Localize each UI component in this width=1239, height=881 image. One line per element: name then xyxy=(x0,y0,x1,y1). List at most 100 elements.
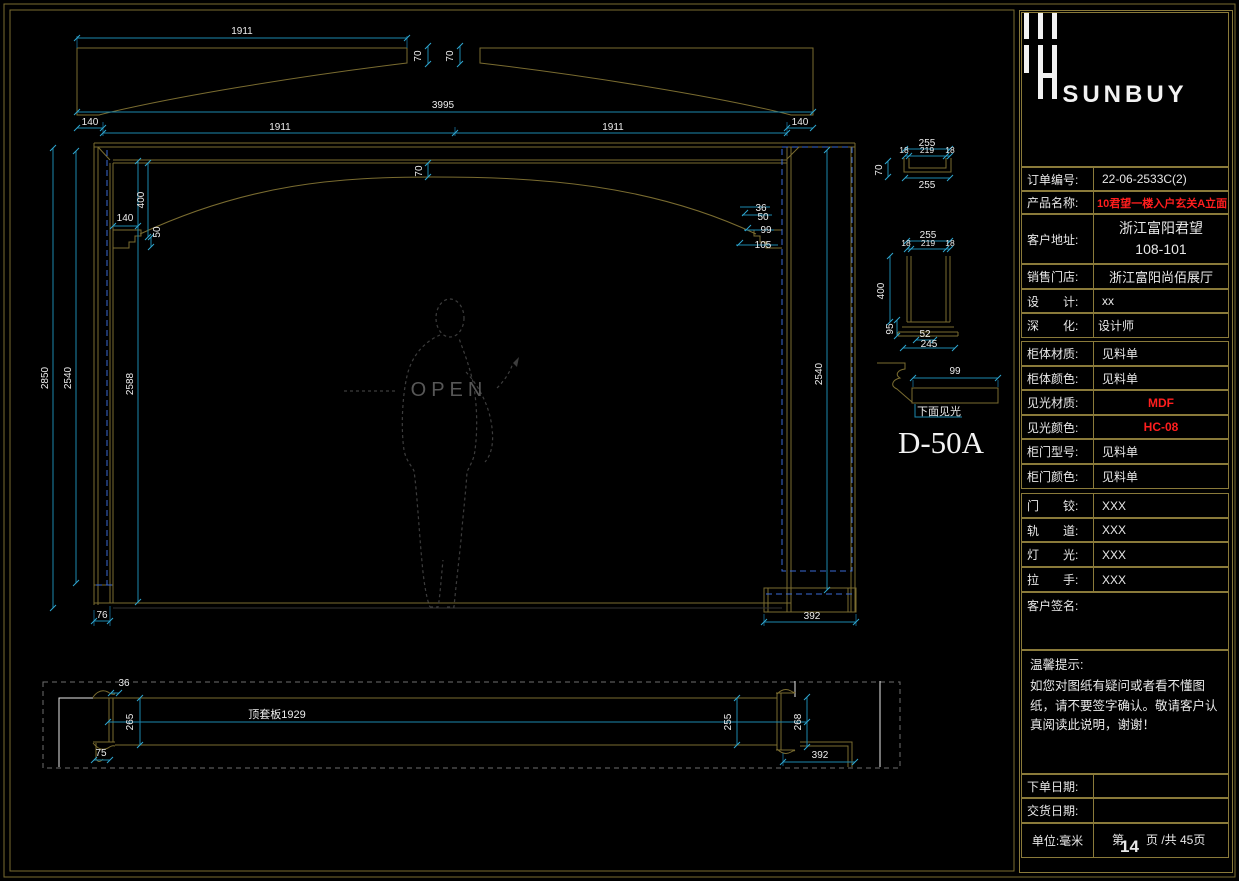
dim-arch-drop: 400 xyxy=(136,191,147,208)
notice-title: 温馨提示: xyxy=(1030,656,1220,675)
field-label: 柜体颜色: xyxy=(1022,367,1094,389)
person-silhouette: OPEN xyxy=(344,299,519,607)
field-cabinet-material: 柜体材质: 见料单 xyxy=(1021,341,1229,366)
plan-dashed-border xyxy=(43,682,900,768)
plan-board-label: 顶套板1929 xyxy=(248,707,305,721)
field-delivery-date: 交货日期: xyxy=(1021,798,1229,823)
field-value: 见料单 xyxy=(1094,342,1228,365)
field-track: 轨 道: XXX xyxy=(1021,518,1229,542)
silhouette-head xyxy=(436,299,464,337)
left-curved-panel xyxy=(77,48,407,115)
field-value: XXX xyxy=(1094,519,1228,541)
field-label: 客户地址: xyxy=(1022,215,1094,263)
dim-corbel-width: 140 xyxy=(117,213,134,224)
unit-label: 单位:毫米 xyxy=(1022,824,1094,857)
dim-plan-cap: 36 xyxy=(118,678,130,689)
dashed-jamb-line xyxy=(96,150,854,594)
dim-end-left: 140 xyxy=(82,117,99,128)
cad-sheet: 1911 70 70 3995 140 1911 1911 140 2850 2… xyxy=(0,0,1239,881)
dim-channel-height: 70 xyxy=(874,164,885,176)
dim-column-lip-right: 18 xyxy=(945,238,955,248)
dim-base-left: 76 xyxy=(96,610,108,621)
field-value: 10君望一楼入户玄关A立面 xyxy=(1094,192,1228,213)
field-sales-store: 销售门店: 浙江富阳尚佰展厅 xyxy=(1021,264,1229,289)
dim-molding-99: 99 xyxy=(760,225,772,236)
dim-plan-width-right: 392 xyxy=(812,750,829,761)
field-label: 销售门店: xyxy=(1022,265,1094,288)
field-product-name: 产品名称: 10君望一楼入户玄关A立面 xyxy=(1021,191,1229,214)
notice-block: 温馨提示: 如您对图纸有疑问或者看不懂图纸，请不要签字确认。敬请客户认真阅读此说… xyxy=(1021,650,1229,774)
page-info: 第 页 /共 45页 14 xyxy=(1094,824,1228,857)
channel-profile xyxy=(904,158,951,172)
field-value: xx xyxy=(1094,290,1228,312)
field-label: 柜门型号: xyxy=(1022,440,1094,463)
dim-total-width: 3995 xyxy=(432,100,455,111)
crown-profile-detail: 99 下面见光 D-50A xyxy=(877,363,1001,460)
dim-opening-height: 2588 xyxy=(125,372,136,395)
detail-code-label: D-50A xyxy=(898,425,985,460)
dim-frame-height-right: 2540 xyxy=(814,362,825,385)
dim-channel-bottom: 255 xyxy=(919,180,936,191)
open-label: OPEN xyxy=(411,379,488,401)
dim-plan-depth-right: 268 xyxy=(793,713,804,730)
field-hinge: 门 铰: XXX xyxy=(1021,493,1229,518)
field-customer-signature: 客户签名: xyxy=(1021,592,1229,650)
column-profile xyxy=(898,256,958,336)
dashed-column-box xyxy=(782,147,852,571)
dim-channel-lip-right: 18 xyxy=(945,145,955,155)
dim-plan-depth-left: 265 xyxy=(125,713,136,730)
dim-total-height: 2850 xyxy=(40,366,51,389)
field-value: XXX xyxy=(1094,568,1228,591)
field-visible-material: 见光材质: MDF xyxy=(1021,390,1229,415)
field-label: 客户签名: xyxy=(1022,593,1228,649)
field-label: 门 铰: xyxy=(1022,494,1094,517)
dim-column-height: 400 xyxy=(876,282,887,299)
field-label: 产品名称: xyxy=(1022,192,1094,213)
field-order-date: 下单日期: xyxy=(1021,774,1229,798)
dim-base-right: 392 xyxy=(804,611,821,622)
field-customer-address: 客户地址: 浙江富阳君望 108-101 xyxy=(1021,214,1229,264)
dim-span-left: 1911 xyxy=(269,122,291,133)
field-label: 柜门颜色: xyxy=(1022,465,1094,488)
dim-column-base-width: 245 xyxy=(921,339,938,350)
notice-body: 如您对图纸有疑问或者看不懂图纸，请不要签字确认。敬请客户认真阅读此说明，谢谢！ xyxy=(1030,677,1220,735)
field-value: 浙江富阳尚佰展厅 xyxy=(1094,265,1228,288)
field-label: 见光颜色: xyxy=(1022,416,1094,438)
right-curved-panel xyxy=(480,48,813,115)
field-label: 轨 道: xyxy=(1022,519,1094,541)
dim-column-lip-left: 18 xyxy=(901,238,911,248)
field-label: 柜体材质: xyxy=(1022,342,1094,365)
field-value: 浙江富阳君望 108-101 xyxy=(1094,215,1228,263)
field-value: 见料单 xyxy=(1094,465,1228,488)
field-value: 设计师 xyxy=(1094,314,1228,337)
field-label: 深 化: xyxy=(1022,314,1094,337)
dim-channel-mid: 219 xyxy=(920,145,934,155)
dim-column-mid: 219 xyxy=(921,238,935,248)
arch-curve xyxy=(140,177,756,234)
arrowhead xyxy=(513,357,519,367)
field-value: 22-06-2533C(2) xyxy=(1094,168,1228,190)
plan-wall-lines xyxy=(59,681,880,767)
field-value: XXX xyxy=(1094,494,1228,517)
dim-molding-50: 50 xyxy=(757,212,769,223)
field-label: 见光材质: xyxy=(1022,391,1094,414)
field-door-model: 柜门型号: 见料单 xyxy=(1021,439,1229,464)
field-value: 见料单 xyxy=(1094,367,1228,389)
field-value: 见料单 xyxy=(1094,440,1228,463)
top-detail-drawing: 1911 70 70 3995 140 1911 1911 140 xyxy=(74,26,816,136)
crown-note-label: 下面见光 xyxy=(917,404,961,418)
logo-text: SUNBUY xyxy=(1062,81,1187,109)
dim-span-right: 1911 xyxy=(602,122,624,133)
footer-row: 单位:毫米 第 页 /共 45页 14 xyxy=(1021,823,1229,858)
dim-plan-depth-mid: 255 xyxy=(723,713,734,730)
channel-section-detail: 255 18 219 18 70 255 xyxy=(874,138,955,191)
field-cabinet-color: 柜体颜色: 见料单 xyxy=(1021,366,1229,390)
field-designer: 设 计: xx xyxy=(1021,289,1229,313)
dim-crown-width: 99 xyxy=(949,366,961,377)
page-suffix: 页 /共 45页 xyxy=(1146,831,1205,848)
field-door-color: 柜门颜色: 见料单 xyxy=(1021,464,1229,489)
field-label: 设 计: xyxy=(1022,290,1094,312)
dim-frame-height-left: 2540 xyxy=(63,366,74,389)
dim-height-left: 70 xyxy=(413,50,424,62)
dim-height-right: 70 xyxy=(445,50,456,62)
